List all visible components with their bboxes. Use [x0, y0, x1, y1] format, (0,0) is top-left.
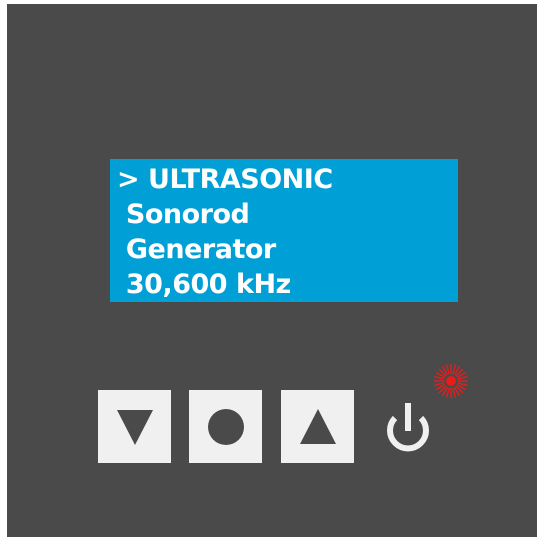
- control-panel: > ULTRASONIC Sonorod Generator 30,600 kH…: [7, 4, 537, 537]
- down-button[interactable]: [98, 390, 171, 463]
- lcd-line-3: Generator: [117, 234, 276, 265]
- lcd-line-4: 30,600 kHz: [117, 269, 291, 300]
- circle-icon: [207, 408, 244, 445]
- power-icon: [387, 403, 429, 452]
- triangle-up-icon: [299, 408, 336, 444]
- led-indicator-icon: [434, 364, 468, 398]
- ok-button[interactable]: [189, 390, 262, 463]
- lcd-line-2: Sonorod: [117, 199, 250, 230]
- triangle-down-icon: [116, 409, 153, 445]
- up-button[interactable]: [281, 390, 354, 463]
- power-button[interactable]: [381, 401, 435, 459]
- lcd-line-1: > ULTRASONIC: [117, 164, 333, 195]
- lcd-display: > ULTRASONIC Sonorod Generator 30,600 kH…: [110, 159, 458, 302]
